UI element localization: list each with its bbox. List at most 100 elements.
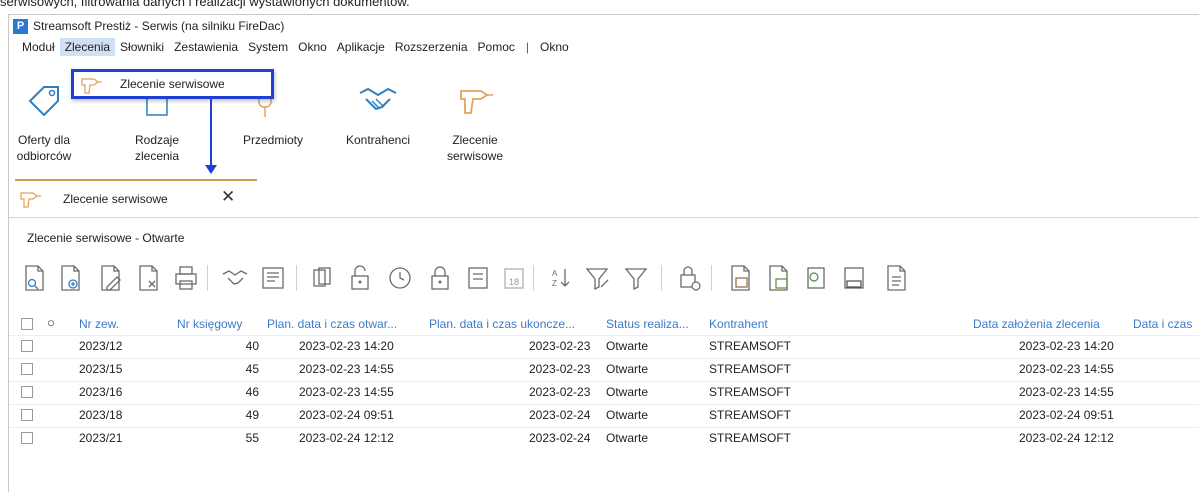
filter-edit-icon[interactable] <box>583 263 613 293</box>
clock-icon[interactable] <box>385 263 415 293</box>
cell-kontrahent: STREAMSOFT <box>709 385 792 399</box>
page-caption: serwisowych, filtrowania danych i realiz… <box>0 0 410 9</box>
svg-text:Z: Z <box>552 279 557 288</box>
cell-nr-ksiegowy: 45 <box>245 362 259 376</box>
menu-rozszerzenia[interactable]: Rozszerzenia <box>390 38 473 56</box>
row-divider <box>9 358 1199 359</box>
ribbon-kontrahenci-label: Kontrahenci <box>345 133 411 147</box>
row-checkbox[interactable] <box>21 432 33 444</box>
table-row[interactable]: 2023/21 55 2023-02-24 12:12 2023-02-24 Otwar… <box>9 427 1199 450</box>
menu-separator: | <box>525 40 530 54</box>
menu-modul[interactable]: Moduł <box>17 38 60 56</box>
svg-text:A: A <box>552 269 558 278</box>
cell-plan-otwarcia: 2023-02-24 09:51 <box>299 408 394 422</box>
document-icon[interactable] <box>881 263 911 293</box>
drill-icon <box>81 78 102 94</box>
cell-plan-ukonczenia-date: 2023-02-24 <box>529 431 591 445</box>
cell-kontrahent: STREAMSOFT <box>709 408 792 422</box>
sort-icon[interactable]: AZ <box>545 263 575 293</box>
row-checkbox[interactable] <box>21 409 33 421</box>
cell-nr-ksiegowy: 55 <box>245 431 259 445</box>
add-document-icon[interactable] <box>55 263 85 293</box>
column-header-data-i-czas[interactable]: Data i czas <box>1133 317 1192 331</box>
money-icon[interactable] <box>801 263 831 293</box>
ribbon-zlecenie-button[interactable]: Zlecenie serwisowe <box>435 59 515 175</box>
row-checkbox[interactable] <box>21 363 33 375</box>
menu-aplikacje[interactable]: Aplikacje <box>332 38 390 56</box>
column-header-nr-zew[interactable]: Nr zew. <box>79 317 119 331</box>
list-view-icon[interactable] <box>258 263 288 293</box>
cell-kontrahent: STREAMSOFT <box>709 339 792 353</box>
column-header-kontrahent[interactable]: Kontrahent <box>709 317 768 331</box>
tab-zlecenie-serwisowe[interactable]: Zlecenie serwisowe ✕ <box>15 179 257 217</box>
menu-system[interactable]: System <box>243 38 293 56</box>
select-all-checkbox[interactable] <box>21 318 33 330</box>
copy-icon[interactable] <box>307 263 337 293</box>
toolbar-separator <box>296 265 297 291</box>
column-header-plan-otwarcia[interactable]: Plan. data i czas otwar... <box>267 317 397 331</box>
cell-plan-ukonczenia-date: 2023-02-23 <box>529 362 591 376</box>
grid-body: 2023/12 40 2023-02-23 14:20 2023-02-23 Otwar… <box>9 335 1199 492</box>
delete-document-icon[interactable] <box>133 263 163 293</box>
cell-kontrahent: STREAMSOFT <box>709 362 792 376</box>
table-row[interactable]: 2023/16 46 2023-02-23 14:55 2023-02-23 Otwar… <box>9 381 1199 404</box>
cell-plan-otwarcia: 2023-02-23 14:20 <box>299 339 394 353</box>
menu-okno-2[interactable]: Okno <box>535 38 574 56</box>
cell-nr-zew: 2023/18 <box>79 408 123 422</box>
unlock-icon[interactable] <box>345 263 375 293</box>
toolbar-separator <box>711 265 712 291</box>
calendar-icon[interactable]: 18 <box>499 263 529 293</box>
cell-plan-otwarcia: 2023-02-23 14:55 <box>299 362 394 376</box>
dropdown-item-zlecenie-serwisowe[interactable]: Zlecenie serwisowe <box>120 77 225 91</box>
zlecenia-dropdown-menu[interactable]: Zlecenie serwisowe <box>71 69 274 99</box>
menu-zestawienia[interactable]: Zestawienia <box>169 38 243 56</box>
menu-slowniki[interactable]: Słowniki <box>115 38 169 56</box>
grid-header: ○ Nr zew. Nr księgowy Plan. data i czas … <box>9 313 1199 335</box>
cell-data-zalozenia: 2023-02-23 14:55 <box>1019 362 1114 376</box>
status-indicator-header-icon: ○ <box>47 315 55 330</box>
cell-plan-ukonczenia-date: 2023-02-23 <box>529 385 591 399</box>
menu-pomoc[interactable]: Pomoc <box>473 38 520 56</box>
column-header-data-zalozenia[interactable]: Data założenia zlecenia <box>973 317 1100 331</box>
register-icon[interactable] <box>839 263 869 293</box>
drill-icon <box>460 90 493 114</box>
lock-check-icon[interactable] <box>675 263 705 293</box>
row-divider <box>9 335 1199 336</box>
export-icon[interactable] <box>725 263 755 293</box>
document-tabstrip: Zlecenie serwisowe ✕ <box>9 179 1199 218</box>
column-header-nr-ksiegowy[interactable]: Nr księgowy <box>177 317 242 331</box>
cell-data-zalozenia: 2023-02-23 14:20 <box>1019 339 1114 353</box>
window-title: Streamsoft Prestiż - Serwis (na silniku … <box>33 19 285 33</box>
ribbon-kontrahenci-button[interactable]: Kontrahenci <box>333 59 423 175</box>
cell-status: Otwarte <box>606 408 649 422</box>
row-checkbox[interactable] <box>21 340 33 352</box>
column-header-plan-ukonczenia[interactable]: Plan. data i czas ukoncze... <box>429 317 575 331</box>
menu-okno[interactable]: Okno <box>293 38 332 56</box>
column-header-status[interactable]: Status realiza... <box>606 317 689 331</box>
cell-nr-ksiegowy: 49 <box>245 408 259 422</box>
preview-document-icon[interactable] <box>19 263 49 293</box>
toolbar-separator <box>661 265 662 291</box>
cell-status: Otwarte <box>606 339 649 353</box>
lock-icon[interactable] <box>425 263 455 293</box>
toolbar-separator <box>533 265 534 291</box>
table-row[interactable]: 2023/12 40 2023-02-23 14:20 2023-02-23 Otwar… <box>9 335 1199 358</box>
cell-status: Otwarte <box>606 385 649 399</box>
cell-data-zalozenia: 2023-02-24 09:51 <box>1019 408 1114 422</box>
menu-zlecenia[interactable]: Zlecenia <box>59 38 116 56</box>
cell-nr-zew: 2023/21 <box>79 431 123 445</box>
filter-icon[interactable] <box>621 263 651 293</box>
cell-nr-zew: 2023/15 <box>79 362 123 376</box>
close-icon[interactable]: ✕ <box>221 187 235 207</box>
tab-label: Zlecenie serwisowe <box>63 192 168 206</box>
edit-document-icon[interactable] <box>95 263 125 293</box>
table-row[interactable]: 2023/15 45 2023-02-23 14:55 2023-02-23 Otwar… <box>9 358 1199 381</box>
handshake-icon[interactable] <box>220 263 250 293</box>
annotation-arrow-line <box>210 99 212 170</box>
table-row[interactable]: 2023/18 49 2023-02-24 09:51 2023-02-24 Otwar… <box>9 404 1199 427</box>
ribbon-oferty-button[interactable]: Oferty dla odbiorców <box>9 59 79 175</box>
calendar-list-icon[interactable] <box>463 263 493 293</box>
import-icon[interactable] <box>763 263 793 293</box>
row-checkbox[interactable] <box>21 386 33 398</box>
print-icon[interactable] <box>171 263 201 293</box>
